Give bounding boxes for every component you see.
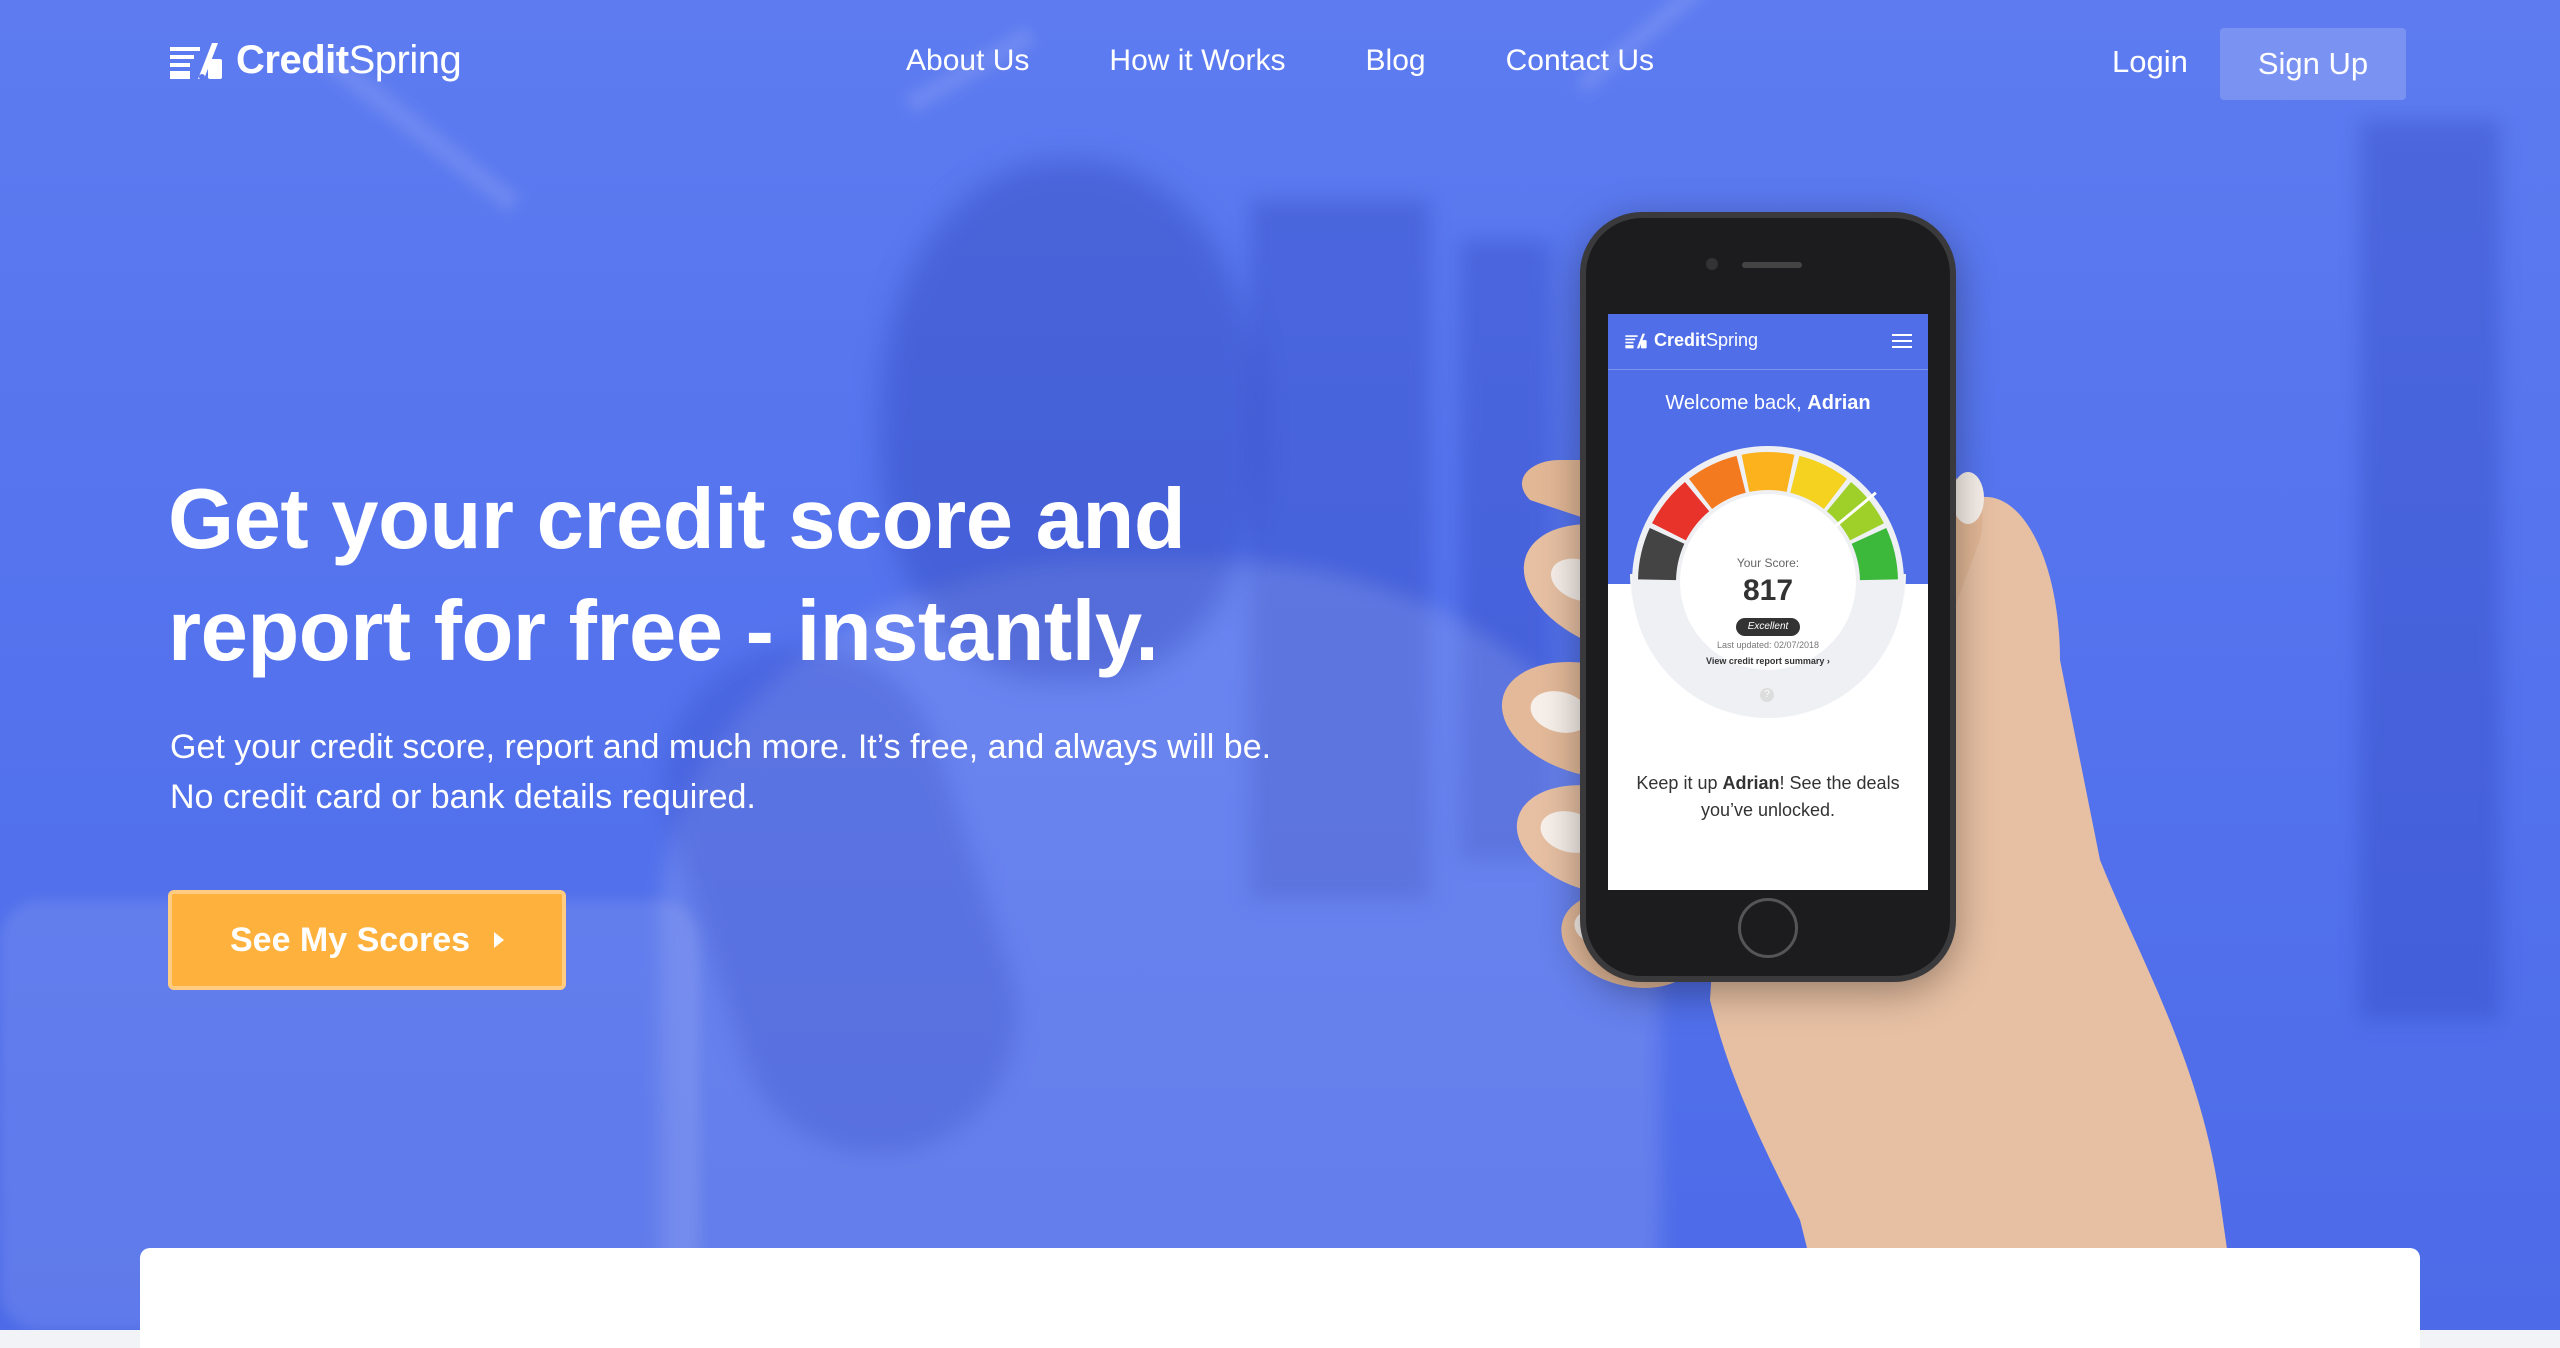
phone-screen: CreditSpring Welcome back, Adrian Your S… — [1608, 314, 1928, 890]
nav-link-blog[interactable]: Blog — [1366, 44, 1426, 78]
bg-pillar — [2360, 120, 2500, 1020]
hero-headline-line1: Get your credit score and — [168, 472, 1186, 567]
nav-link-about-us[interactable]: About Us — [906, 44, 1029, 78]
phone-speaker — [1742, 262, 1802, 268]
creditspring-logo-icon — [1625, 333, 1647, 348]
brand-wordmark: CreditSpring — [236, 38, 462, 82]
brand-logo[interactable]: CreditSpring — [168, 38, 462, 83]
help-icon: ? — [1760, 688, 1774, 702]
app-logo: CreditSpring — [1624, 330, 1758, 351]
deals-message: Keep it up Adrian! See the deals you’ve … — [1636, 773, 1900, 820]
hero-headline-line2: report for free - instantly. — [168, 584, 1159, 679]
phone-camera — [1706, 258, 1718, 270]
credit-score-gauge — [1632, 446, 1904, 718]
content-card — [140, 1248, 2420, 1348]
see-my-scores-label: See My Scores — [229, 920, 471, 959]
see-my-scores-button[interactable]: See My Scores — [168, 890, 566, 990]
nav-link-how-it-works[interactable]: How it Works — [1109, 44, 1285, 78]
view-report-summary-link: View credit report summary › — [1706, 656, 1830, 666]
last-updated-text: Last updated: 02/07/2018 — [1716, 640, 1820, 650]
hero-subtitle-line1: Get your credit score, report and much m… — [170, 728, 1272, 766]
phone-mockup: CreditSpring Welcome back, Adrian Your S… — [1580, 212, 1956, 982]
nav-link-contact-us[interactable]: Contact Us — [1506, 44, 1654, 78]
caret-right-icon — [494, 932, 505, 948]
app-navbar: CreditSpring — [1608, 314, 1928, 370]
main-nav: About Us How it Works Blog Contact Us — [906, 44, 1734, 78]
login-link[interactable]: Login — [2112, 44, 2188, 80]
hamburger-menu-icon — [1892, 334, 1912, 352]
hero-headline: Get your credit score and report for fre… — [168, 464, 1368, 688]
top-navigation: CreditSpring About Us How it Works Blog … — [0, 0, 2560, 126]
phone-home-button — [1738, 898, 1798, 958]
hero-subtitle-line2: No credit card or bank details required. — [170, 778, 756, 816]
signup-button[interactable]: Sign Up — [2220, 28, 2406, 100]
gauge-segment — [1741, 452, 1795, 492]
creditspring-logo-icon — [170, 42, 222, 80]
welcome-message: Welcome back, Adrian — [1665, 392, 1871, 414]
hero-subtitle: Get your credit score, report and much m… — [170, 722, 1390, 822]
